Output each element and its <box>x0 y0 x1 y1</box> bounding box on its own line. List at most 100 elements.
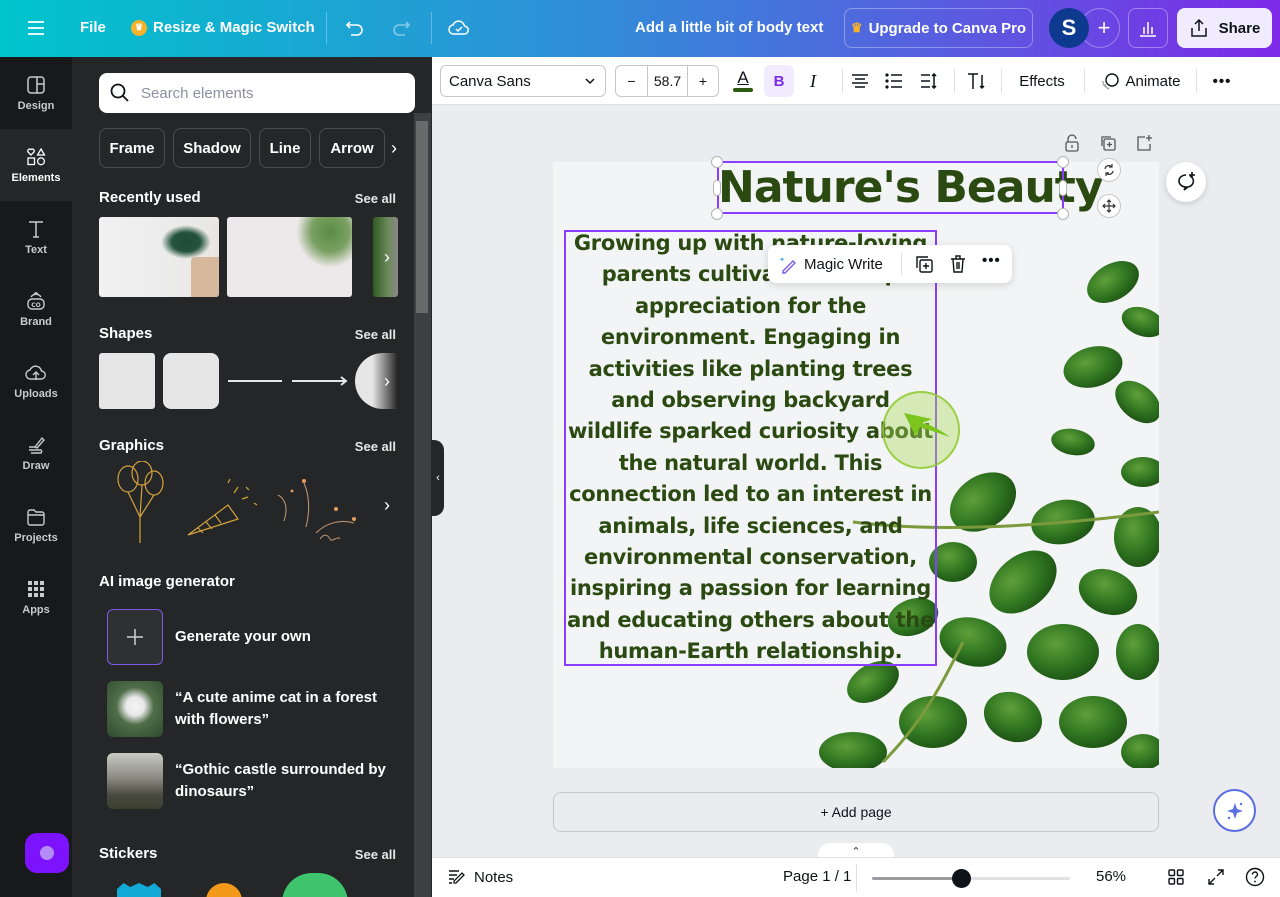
recent-thumb-plant-basket[interactable] <box>99 217 219 297</box>
search-box[interactable] <box>99 73 415 113</box>
divider <box>1084 69 1085 93</box>
rail-item-brand[interactable]: CO Brand <box>0 273 72 345</box>
graphic-confetti[interactable] <box>274 473 358 543</box>
resize-handle-se[interactable] <box>1057 208 1069 220</box>
grid-view-button[interactable] <box>1167 868 1185 890</box>
fullscreen-button[interactable] <box>1207 868 1225 890</box>
save-status-button[interactable] <box>447 16 471 40</box>
italic-button[interactable]: I <box>800 65 826 97</box>
chip-shadow[interactable]: Shadow <box>173 128 251 168</box>
zoom-percent[interactable]: 56% <box>1096 868 1126 885</box>
insights-button[interactable] <box>1128 8 1168 48</box>
chips-next-button[interactable]: › <box>383 128 405 168</box>
design-title[interactable]: Add a little bit of body text <box>635 19 823 36</box>
avatar[interactable]: S <box>1049 8 1089 48</box>
shape-square[interactable] <box>99 353 155 409</box>
panel-scrollbar[interactable] <box>414 113 431 897</box>
sticker-orange[interactable] <box>206 883 242 897</box>
resize-handle-nw[interactable] <box>711 156 723 168</box>
move-handle[interactable] <box>1097 194 1121 218</box>
shape-line[interactable] <box>228 380 282 382</box>
recent-thumb-hanging-plant[interactable] <box>227 217 352 297</box>
duplicate-element-button[interactable] <box>914 254 934 279</box>
chip-arrow[interactable]: Arrow <box>319 128 385 168</box>
spacing-button[interactable] <box>917 65 941 97</box>
add-page-icon-button[interactable] <box>1135 134 1153 157</box>
ai-item-label: “Gothic castle surrounded by dinosaurs” <box>175 761 386 800</box>
chevron-right-icon: › <box>391 137 397 158</box>
ai-prompt-gothic-castle[interactable]: “Gothic castle surrounded by dinosaurs” <box>107 753 395 809</box>
lock-button[interactable] <box>1063 134 1081 157</box>
share-button[interactable]: Share <box>1177 8 1272 48</box>
collapse-panel-button[interactable]: ‹ <box>432 440 444 516</box>
font-family-select[interactable]: Canva Sans <box>440 65 606 97</box>
rail-item-text[interactable]: Text <box>0 201 72 273</box>
rail-item-uploads[interactable]: Uploads <box>0 345 72 417</box>
align-center-button[interactable] <box>848 65 872 97</box>
file-menu[interactable]: File <box>80 19 106 36</box>
zoom-slider-knob[interactable] <box>952 869 972 888</box>
graphic-balloons[interactable] <box>112 460 168 545</box>
shapes-next-button[interactable]: › <box>376 361 398 401</box>
body-text[interactable]: Growing up with nature-loving parents cu… <box>566 228 935 668</box>
graphic-party-popper[interactable] <box>184 473 270 543</box>
resize-handle-e[interactable] <box>1059 180 1067 196</box>
text-direction-button[interactable] <box>966 65 990 97</box>
resize-handle-ne[interactable] <box>1057 156 1069 168</box>
bold-button[interactable]: B <box>764 65 794 97</box>
scrollbar-thumb[interactable] <box>416 121 428 313</box>
add-page-button[interactable]: + Add page <box>553 792 1159 832</box>
recent-next-button[interactable]: › <box>376 237 398 277</box>
decrease-font-size-button[interactable]: − <box>616 66 648 96</box>
graphics-see-all[interactable]: See all <box>355 439 396 454</box>
chip-frame[interactable]: Frame <box>99 128 165 168</box>
rail-item-elements[interactable]: Elements <box>0 129 72 201</box>
more-options-button[interactable]: ••• <box>1206 65 1238 97</box>
ai-generate-own[interactable]: Generate your own <box>107 609 395 665</box>
upgrade-button[interactable]: ♛ Upgrade to Canva Pro <box>844 8 1033 48</box>
element-more-button[interactable]: ••• <box>982 252 1001 269</box>
effects-button[interactable]: Effects <box>1012 65 1072 97</box>
rail-item-draw[interactable]: Draw <box>0 417 72 489</box>
search-input[interactable] <box>141 84 401 102</box>
animate-button[interactable]: Animate <box>1096 65 1186 97</box>
recently-used-see-all[interactable]: See all <box>355 191 396 206</box>
add-comment-button[interactable] <box>1166 162 1206 202</box>
sticker-clover[interactable] <box>282 873 348 897</box>
notes-button[interactable]: Notes <box>448 868 513 886</box>
graphics-next-button[interactable]: › <box>376 485 398 525</box>
duplicate-page-button[interactable] <box>1099 134 1117 157</box>
resize-magic-switch-button[interactable]: ♛ Resize & Magic Switch <box>131 19 315 36</box>
shape-rounded-square[interactable] <box>163 353 219 409</box>
magic-write-button[interactable]: Magic Write <box>778 254 883 274</box>
magic-assistant-fab[interactable] <box>1213 789 1256 832</box>
main-menu-button[interactable] <box>26 18 46 38</box>
ai-prompt-anime-cat[interactable]: “A cute anime cat in a forest with flowe… <box>107 681 395 737</box>
rail-item-apps[interactable]: Apps <box>0 561 72 633</box>
stickers-see-all[interactable]: See all <box>355 847 396 862</box>
rail-label: Design <box>17 100 55 112</box>
gothic-castle-thumbnail <box>107 753 163 809</box>
magic-assistant-button[interactable] <box>25 833 69 873</box>
rotate-handle[interactable] <box>1097 158 1121 182</box>
text-color-button[interactable]: A <box>730 65 756 97</box>
redo-button[interactable] <box>390 17 412 39</box>
sticker-badge[interactable] <box>117 883 161 897</box>
page-indicator[interactable]: Page 1 / 1 <box>783 868 851 885</box>
increase-font-size-button[interactable]: + <box>688 66 718 96</box>
delete-element-button[interactable] <box>948 254 968 279</box>
chip-line[interactable]: Line <box>259 128 311 168</box>
chevron-right-icon: › <box>384 370 390 391</box>
resize-handle-w[interactable] <box>713 180 721 196</box>
resize-handle-sw[interactable] <box>711 208 723 220</box>
help-button[interactable] <box>1245 867 1265 891</box>
list-button[interactable] <box>882 65 906 97</box>
shapes-see-all[interactable]: See all <box>355 327 396 342</box>
folder-icon <box>27 509 45 526</box>
font-size-input[interactable]: 58.7 <box>648 66 688 96</box>
shape-arrow[interactable] <box>292 373 348 389</box>
undo-button[interactable] <box>344 17 366 39</box>
zoom-slider[interactable] <box>872 869 1070 888</box>
rail-item-design[interactable]: Design <box>0 57 72 129</box>
rail-item-projects[interactable]: Projects <box>0 489 72 561</box>
